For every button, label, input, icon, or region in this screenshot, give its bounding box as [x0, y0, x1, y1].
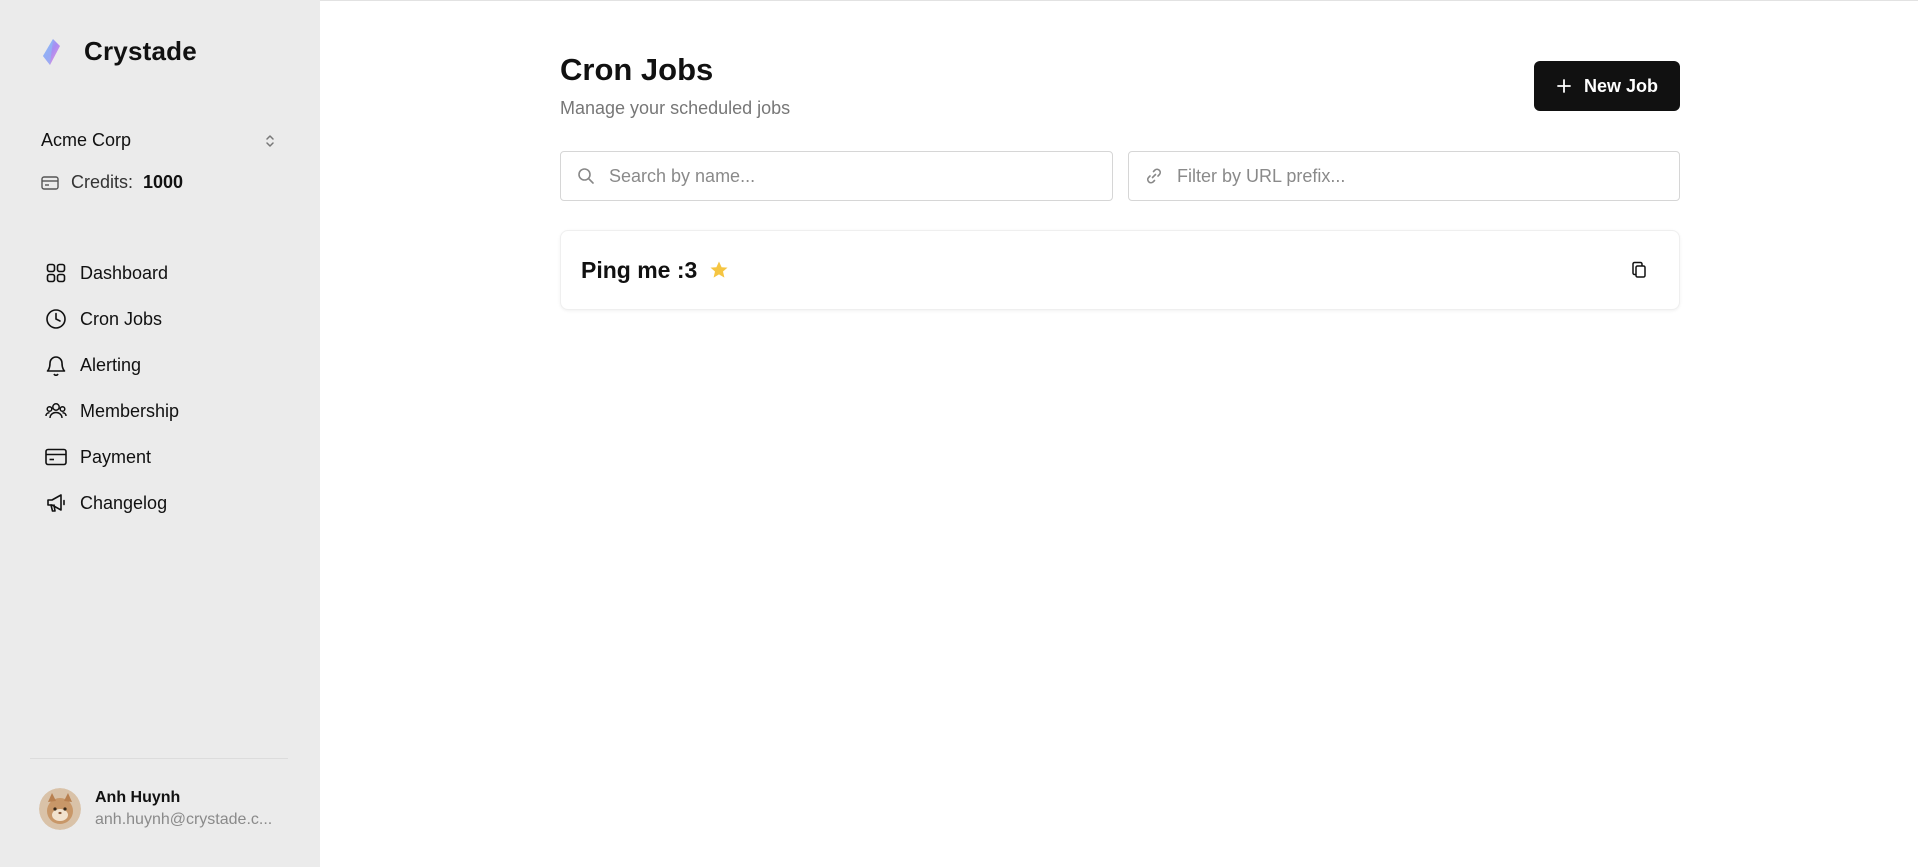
job-card[interactable]: Ping me :3 — [560, 230, 1680, 310]
plus-icon — [1556, 78, 1572, 94]
sidebar-item-label: Payment — [80, 446, 152, 467]
copy-icon — [1632, 261, 1646, 278]
sidebar-item-payment[interactable]: Payment — [44, 434, 294, 480]
sidebar-item-cron-jobs[interactable]: Cron Jobs — [44, 296, 294, 342]
job-card-header: Ping me :3 — [581, 257, 729, 284]
app-name: Crystade — [84, 36, 197, 66]
sidebar-item-dashboard[interactable]: Dashboard — [44, 250, 294, 296]
org-name: Acme Corp — [41, 130, 132, 150]
sidebar-divider — [30, 758, 288, 759]
org-switcher[interactable]: Acme Corp — [41, 130, 277, 151]
sidebar: Crystade Acme Corp Credits: 1000 Dashboa… — [0, 0, 320, 867]
user-name: Anh Huynh — [95, 789, 181, 806]
link-icon — [1145, 166, 1165, 186]
sidebar-item-label: Dashboard — [80, 262, 169, 283]
sidebar-item-label: Changelog — [80, 492, 168, 513]
credit-card-icon — [41, 174, 59, 192]
search-input[interactable] — [609, 165, 1089, 187]
credit-card-icon — [44, 445, 68, 469]
sidebar-item-label: Membership — [80, 400, 180, 421]
star-icon[interactable] — [709, 260, 729, 280]
credits: Credits: 1000 — [41, 172, 183, 193]
sidebar-nav: Dashboard Cron Jobs Alerting Membership … — [44, 250, 294, 526]
bell-icon — [44, 353, 68, 377]
credits-label: Credits: — [71, 172, 134, 192]
chevron-up-down-icon — [263, 132, 277, 150]
url-filter-field — [1128, 151, 1680, 201]
job-name: Ping me :3 — [581, 256, 698, 283]
page-subtitle: Manage your scheduled jobs — [560, 98, 791, 118]
url-prefix-input[interactable] — [1177, 165, 1657, 187]
avatar — [39, 788, 81, 830]
new-job-label: New Job — [1583, 75, 1658, 96]
copy-job-button[interactable] — [1623, 254, 1655, 286]
sidebar-item-label: Alerting — [80, 354, 142, 375]
megaphone-icon — [44, 491, 68, 515]
users-icon — [44, 399, 68, 423]
user-profile[interactable]: Anh Huynh anh.huynh@crystade.c... — [39, 788, 275, 830]
sidebar-item-alerting[interactable]: Alerting — [44, 342, 294, 388]
user-email: anh.huynh@crystade.c... — [95, 811, 273, 828]
search-icon — [577, 166, 597, 186]
credits-value: 1000 — [143, 172, 184, 192]
new-job-button[interactable]: New Job — [1534, 61, 1680, 111]
sidebar-item-membership[interactable]: Membership — [44, 388, 294, 434]
search-field — [560, 151, 1113, 201]
brand[interactable]: Crystade — [40, 36, 197, 67]
sidebar-item-label: Cron Jobs — [80, 308, 163, 329]
user-info: Anh Huynh anh.huynh@crystade.c... — [95, 789, 275, 829]
page-title: Cron Jobs — [560, 52, 714, 87]
grid-icon — [44, 261, 68, 285]
crystal-logo-icon — [40, 37, 62, 67]
clock-icon — [44, 307, 68, 331]
sidebar-item-changelog[interactable]: Changelog — [44, 480, 294, 526]
page-header: Cron Jobs Manage your scheduled jobs — [560, 52, 790, 119]
